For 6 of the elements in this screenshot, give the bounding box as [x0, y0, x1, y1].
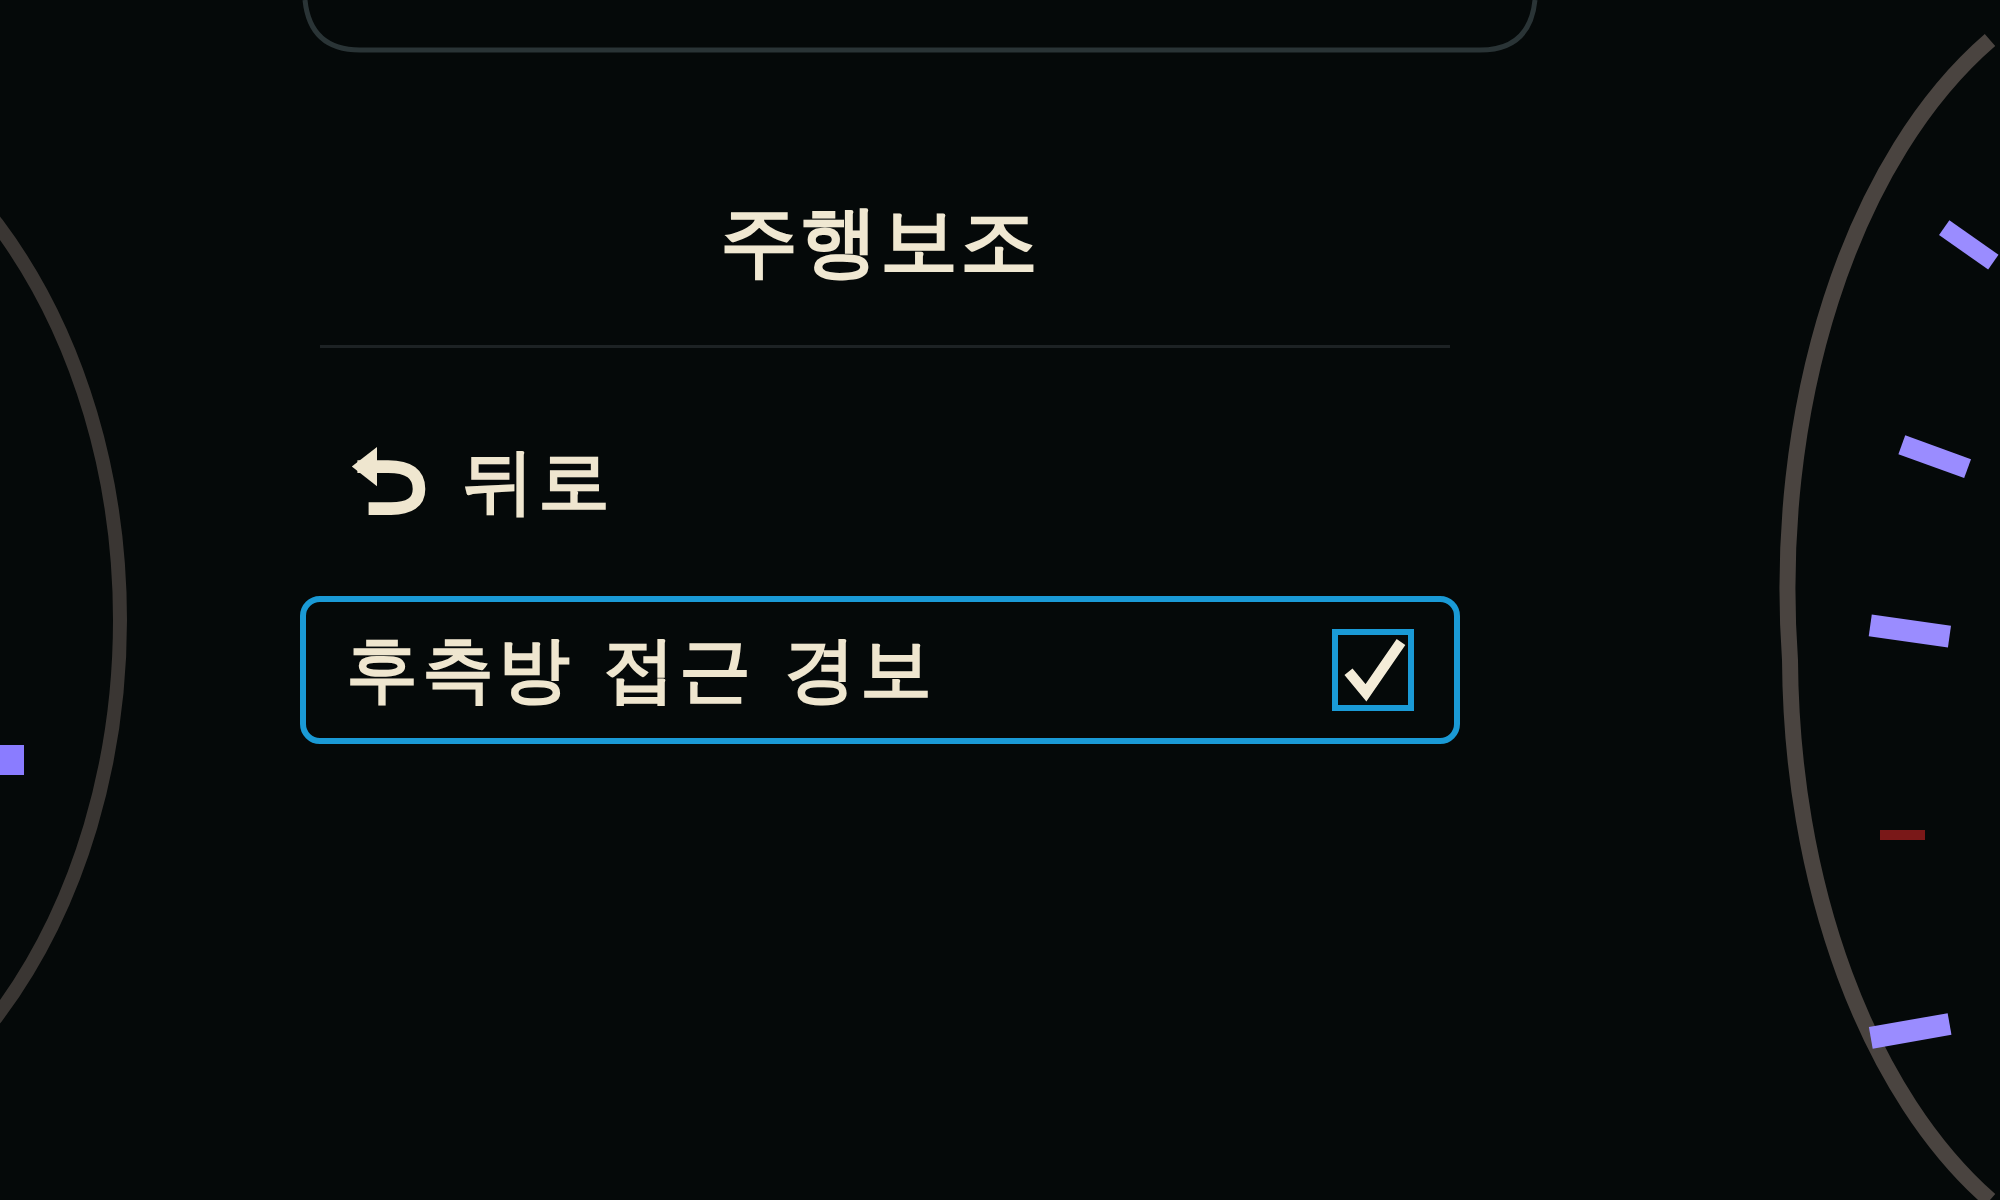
screen-title: 주행보조: [719, 195, 1041, 288]
menu-label: 뒤로: [462, 438, 615, 525]
menu-item[interactable]: 후측방 접근 경보: [300, 596, 1460, 744]
checkbox[interactable]: [1332, 629, 1414, 711]
menu-label: 후측방 접근 경보: [346, 626, 938, 713]
menu-item[interactable]: 뒤로: [300, 408, 1460, 556]
